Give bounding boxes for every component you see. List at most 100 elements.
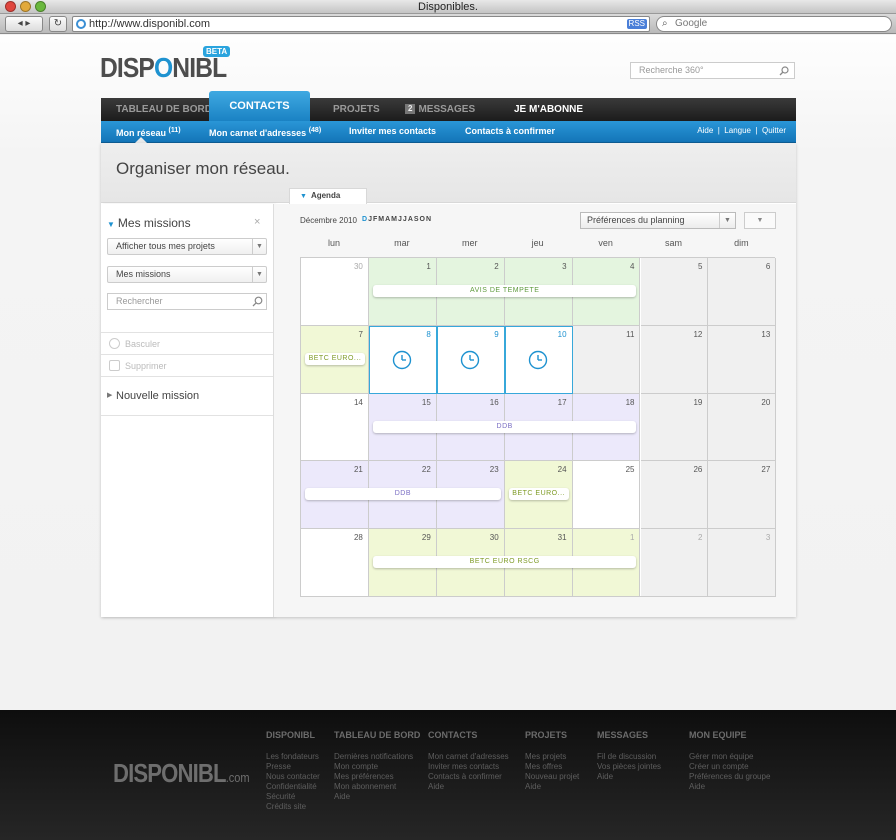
- calendar-day-cell[interactable]: 8: [368, 325, 437, 394]
- calendar-day-cell[interactable]: 25: [572, 461, 641, 530]
- footer-link[interactable]: Sécurité: [266, 792, 320, 802]
- footer-link[interactable]: Crédits site: [266, 802, 320, 812]
- planning-preferences-select[interactable]: Préférences du planning ▼: [580, 212, 736, 229]
- projects-filter-select[interactable]: Afficher tous mes projets ▼: [107, 238, 267, 255]
- calendar-day-cell[interactable]: 5: [640, 258, 709, 326]
- footer-link[interactable]: Mon compte: [334, 762, 420, 772]
- nav-tab-projects[interactable]: PROJETS: [333, 98, 380, 121]
- calendar-event[interactable]: DDB: [305, 488, 501, 501]
- footer-link[interactable]: Créer un compte: [689, 762, 770, 772]
- footer-link[interactable]: Mes préférences: [334, 772, 420, 782]
- calendar-day-cell[interactable]: 19: [640, 393, 709, 462]
- secondary-options-select[interactable]: ▼: [744, 212, 776, 229]
- calendar-event[interactable]: BETC EURO...: [305, 352, 365, 365]
- search-icon[interactable]: [252, 296, 263, 307]
- footer-link[interactable]: Nous contacter: [266, 772, 320, 782]
- missions-filter-select[interactable]: Mes missions ▼: [107, 266, 267, 283]
- month-letter[interactable]: M: [391, 216, 398, 223]
- calendar-day-cell[interactable]: 14: [301, 393, 369, 462]
- footer-link[interactable]: Aide: [428, 782, 509, 792]
- calendar-day-cell[interactable]: 9: [436, 325, 505, 394]
- footer-column-title[interactable]: DISPONIBL: [266, 730, 320, 740]
- calendar-day-cell[interactable]: 2: [640, 529, 709, 597]
- calendar-event[interactable]: BETC EURO RSCG: [372, 556, 637, 569]
- footer-link[interactable]: Contacts à confirmer: [428, 772, 509, 782]
- footer-column-title[interactable]: CONTACTS: [428, 730, 509, 740]
- calendar-day-cell[interactable]: 30: [301, 258, 369, 326]
- toggle-button[interactable]: Basculer: [101, 332, 273, 354]
- calendar-day-cell[interactable]: 28: [301, 529, 369, 597]
- footer-link[interactable]: Nouveau projet: [525, 772, 579, 782]
- day-number: 31: [557, 533, 567, 543]
- utility-links: Aide | Langue | Quitter: [697, 121, 786, 141]
- footer-link[interactable]: Gérer mon équipe: [689, 752, 770, 762]
- calendar-day-cell[interactable]: 6: [708, 258, 777, 326]
- footer-link[interactable]: Aide: [525, 782, 579, 792]
- footer-link[interactable]: Mes offres: [525, 762, 579, 772]
- footer-link[interactable]: Mes projets: [525, 752, 579, 762]
- close-icon[interactable]: ×: [254, 216, 260, 228]
- subnav-my-network[interactable]: Mon réseau (11): [116, 121, 181, 143]
- footer-column-title[interactable]: TABLEAU DE BORD: [334, 730, 420, 740]
- calendar-event[interactable]: AVIS DE TEMPETE: [372, 285, 637, 297]
- calendar-day-cell[interactable]: 12: [640, 325, 709, 394]
- calendar-day-cell[interactable]: 3: [708, 529, 777, 597]
- footer-link[interactable]: Mon carnet d'adresses: [428, 752, 509, 762]
- global-search-input[interactable]: Recherche 360°: [630, 62, 795, 79]
- footer-link[interactable]: Mon abonnement: [334, 782, 420, 792]
- nav-tab-contacts[interactable]: CONTACTS: [209, 91, 310, 121]
- quit-link[interactable]: Quitter: [762, 126, 786, 135]
- month-letter[interactable]: N: [426, 216, 432, 223]
- rss-button[interactable]: RSS: [626, 19, 647, 29]
- delete-button[interactable]: Supprimer: [101, 354, 273, 376]
- language-link[interactable]: Langue: [724, 126, 751, 135]
- footer-link[interactable]: Vos pièces jointes: [597, 762, 661, 772]
- subnav-invite-contacts[interactable]: Inviter mes contacts: [349, 121, 436, 143]
- missions-heading[interactable]: ▼ Mes missions: [107, 216, 191, 230]
- tab-agenda[interactable]: ▼ Agenda: [289, 188, 367, 204]
- calendar-day-cell[interactable]: 13: [708, 325, 777, 394]
- footer-link[interactable]: Les fondateurs: [266, 752, 320, 762]
- day-number: 11: [626, 329, 635, 339]
- browser-search-input[interactable]: ⌕ Google: [656, 16, 892, 32]
- nav-tab-messages-label: MESSAGES: [418, 104, 476, 115]
- help-link[interactable]: Aide: [697, 126, 713, 135]
- footer-logo[interactable]: DISPONIBL.com: [113, 758, 250, 789]
- calendar-day-cell[interactable]: 20: [708, 393, 777, 462]
- calendar-day-cell[interactable]: 11: [572, 325, 641, 394]
- footer-link[interactable]: Confidentialité: [266, 782, 320, 792]
- zoom-window-button[interactable]: [35, 1, 46, 12]
- search-icon[interactable]: [779, 66, 789, 76]
- footer-link[interactable]: Inviter mes contacts: [428, 762, 509, 772]
- clock-icon[interactable]: [528, 350, 548, 372]
- clock-icon[interactable]: [392, 350, 412, 372]
- footer-link[interactable]: Aide: [689, 782, 770, 792]
- footer-link[interactable]: Dernières notifications: [334, 752, 420, 762]
- url-bar[interactable]: http://www.disponibl.com RSS: [72, 16, 650, 32]
- footer-link[interactable]: Aide: [597, 772, 661, 782]
- nav-tab-dashboard[interactable]: TABLEAU DE BORD: [116, 98, 212, 121]
- footer-link[interactable]: Fil de discussion: [597, 752, 661, 762]
- back-forward-buttons[interactable]: ◂ ▸: [5, 16, 43, 32]
- nav-tab-subscribe[interactable]: JE M'ABONNE: [514, 98, 583, 121]
- subnav-contacts-to-confirm[interactable]: Contacts à confirmer: [465, 121, 555, 143]
- new-mission-button[interactable]: ▶ Nouvelle mission: [101, 376, 273, 416]
- mission-search-input[interactable]: Rechercher: [107, 293, 267, 310]
- close-window-button[interactable]: [5, 1, 16, 12]
- subnav-address-book[interactable]: Mon carnet d'adresses (48): [209, 121, 321, 143]
- footer-link[interactable]: Préférences du groupe: [689, 772, 770, 782]
- footer-column-title[interactable]: PROJETS: [525, 730, 579, 740]
- footer-link[interactable]: Presse: [266, 762, 320, 772]
- calendar-event[interactable]: DDB: [372, 420, 637, 433]
- calendar-day-cell[interactable]: 10: [504, 325, 573, 394]
- reload-button[interactable]: ↻: [49, 16, 67, 32]
- nav-tab-messages[interactable]: 2 MESSAGES: [405, 98, 475, 121]
- minimize-window-button[interactable]: [20, 1, 31, 12]
- footer-column-title[interactable]: MON EQUIPE: [689, 730, 770, 740]
- calendar-day-cell[interactable]: 27: [708, 461, 777, 530]
- calendar-event[interactable]: BETC EURO...: [508, 488, 569, 501]
- footer-column-title[interactable]: MESSAGES: [597, 730, 661, 740]
- clock-icon[interactable]: [460, 350, 480, 372]
- calendar-day-cell[interactable]: 26: [640, 461, 709, 530]
- footer-link[interactable]: Aide: [334, 792, 420, 802]
